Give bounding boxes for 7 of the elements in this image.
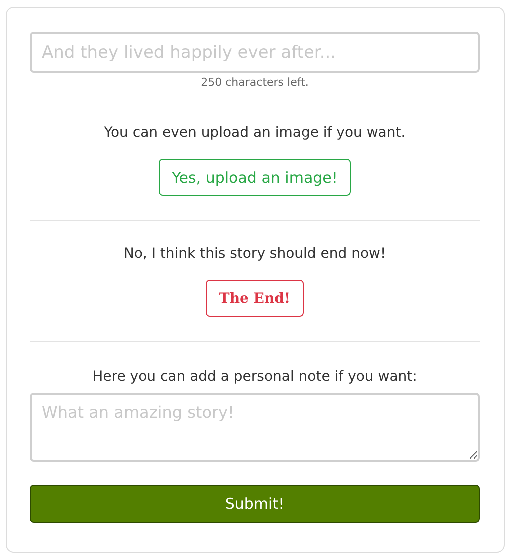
submit-button[interactable]: Submit! bbox=[30, 485, 480, 523]
end-button[interactable]: The End! bbox=[206, 280, 304, 317]
character-counter: 250 characters left. bbox=[201, 76, 309, 89]
upload-prompt: You can even upload an image if you want. bbox=[104, 125, 406, 141]
note-label: Here you can add a personal note if you want: bbox=[92, 369, 418, 385]
ending-prompt: No, I think this story should end now! bbox=[124, 246, 386, 262]
upload-button[interactable]: Yes, upload an image! bbox=[159, 159, 351, 196]
